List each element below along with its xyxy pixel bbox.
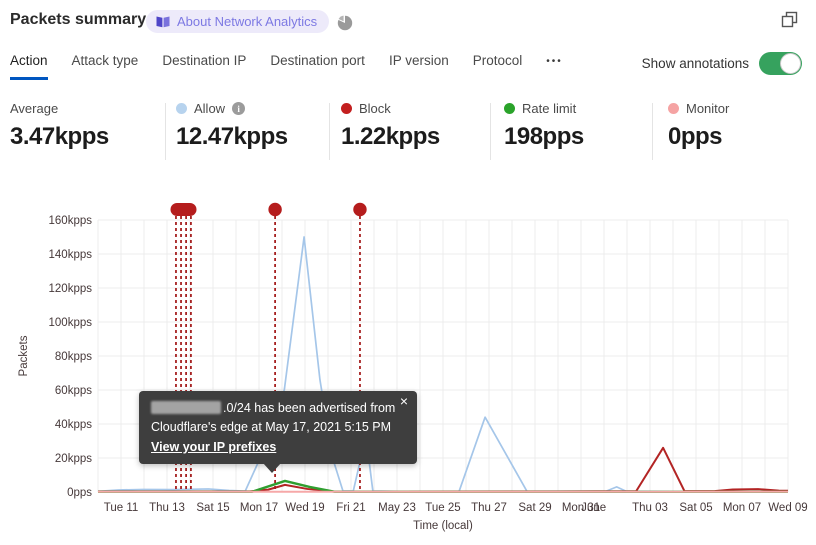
x-tick-label: Tue 11 [104,502,139,514]
x-tick-label: Sat 15 [196,502,229,514]
view-ip-prefixes-link[interactable]: View your IP prefixes [151,440,276,454]
close-icon[interactable]: × [400,394,408,408]
redacted-ip-prefix [151,401,221,414]
y-tick-label: 60kpps [55,385,92,397]
x-tick-label: Mon 07 [723,502,761,514]
x-tick-label: Fri 21 [336,502,365,514]
annotation-marker-dot[interactable] [268,202,282,217]
x-tick-label: Sat 29 [518,502,551,514]
x-tick-label: June [581,502,606,514]
x-tick-label: Wed 09 [768,502,807,514]
y-tick-label: 80kpps [55,351,92,363]
x-tick-label: Thu 13 [149,502,185,514]
y-tick-label: 100kpps [49,317,93,329]
x-tick-label: Thu 27 [471,502,507,514]
tooltip-line2: Cloudflare's edge at May 17, 2021 5:15 P… [151,420,392,435]
annotation-tooltip: × .0/24 has been advertised from Cloudfl… [139,391,417,474]
tooltip-caret [263,463,281,474]
annotation-marker-pill[interactable] [170,203,197,216]
x-axis-title: Time (local) [413,520,473,532]
y-tick-label: 20kpps [55,453,92,465]
y-tick-label: 40kpps [55,419,92,431]
x-tick-label: Wed 19 [285,502,324,514]
annotation-marker-dot[interactable] [353,202,367,217]
y-tick-label: 0pps [67,487,92,499]
x-tick-label: Mon 17 [240,502,278,514]
x-tick-label: Thu 03 [632,502,668,514]
x-tick-label: Sat 05 [679,502,712,514]
y-axis-title: Packets [18,335,30,376]
y-tick-label: 120kpps [49,283,93,295]
tooltip-line1: .0/24 has been advertised from [151,399,405,418]
axis-labels: 0pps 20kpps 40kpps 60kpps 80kpps 100kpps 120kp… [18,215,808,532]
network-analytics-panel: Packets summary About Network Analytics … [0,0,816,545]
x-tick-label: May 23 [378,502,416,514]
y-tick-label: 140kpps [49,249,93,261]
x-tick-label: Tue 25 [425,502,460,514]
y-tick-label: 160kpps [49,215,93,227]
